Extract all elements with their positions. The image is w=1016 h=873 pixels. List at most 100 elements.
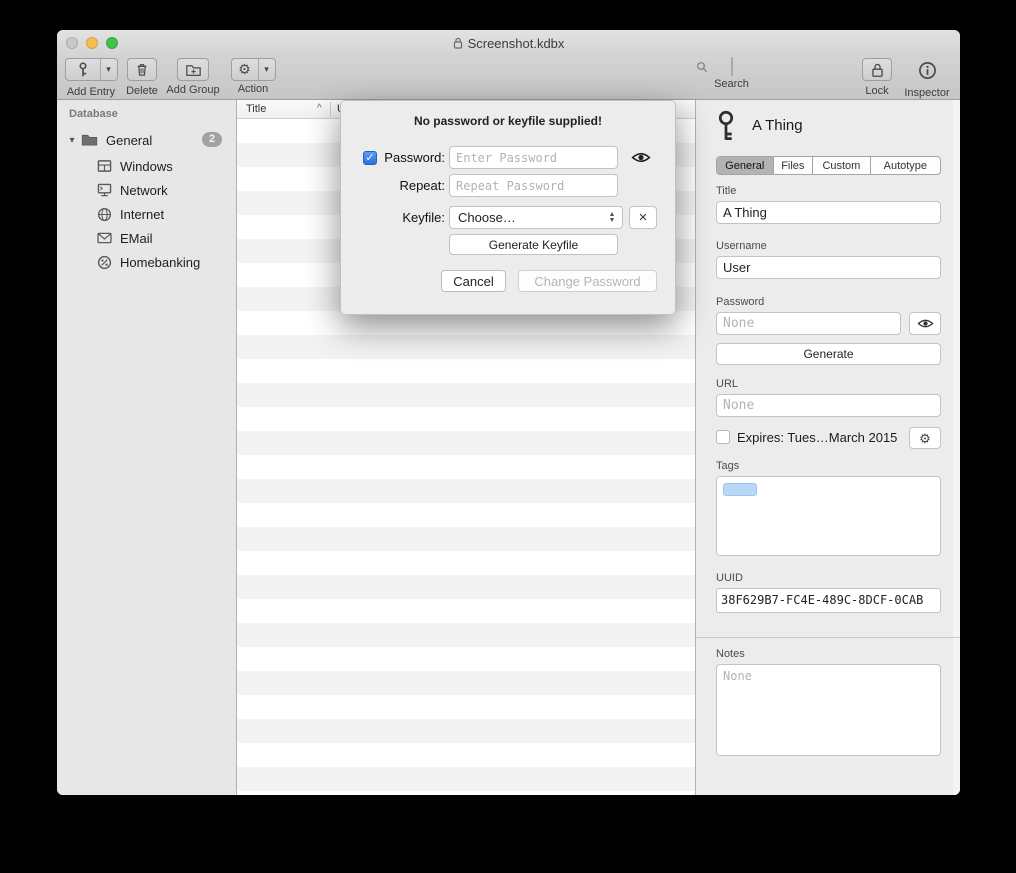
sidebar-item-label: Windows: [120, 159, 173, 174]
network-icon: [97, 183, 112, 197]
lock-toolbar-item: Lock: [859, 58, 895, 98]
sort-ascending-icon: ^: [317, 103, 322, 114]
tab-custom[interactable]: Custom: [813, 157, 870, 174]
password-field[interactable]: [716, 312, 901, 335]
padlock-icon: [870, 62, 885, 78]
tab-autotype[interactable]: Autotype: [871, 157, 940, 174]
notes-label: Notes: [716, 648, 745, 660]
inspector-button[interactable]: [918, 61, 937, 85]
add-entry-toolbar-item: ▾ Add Entry: [62, 58, 120, 98]
action-toolbar-item: ⚙ ▾ Action: [229, 58, 277, 98]
inspector-panel: A Thing General Files Custom Autotype Ti…: [695, 100, 960, 795]
homebanking-icon: [97, 255, 112, 270]
password-label: Password:: [341, 146, 445, 169]
folder-plus-icon: [185, 62, 202, 77]
eye-icon: [631, 151, 651, 164]
add-entry-dropdown-arrow-icon[interactable]: ▾: [100, 59, 117, 80]
repeat-label: Repeat:: [341, 174, 445, 197]
clear-keyfile-button[interactable]: ×: [629, 206, 657, 229]
magnifier-icon: [696, 61, 708, 73]
inspector-tabs: General Files Custom Autotype: [716, 156, 941, 175]
toolbar: ▾ Add Entry Delete: [57, 56, 960, 100]
action-label: Action: [229, 83, 277, 95]
gear-icon: ⚙: [232, 59, 258, 80]
sidebar-item-label: EMail: [120, 231, 153, 246]
uuid-label: UUID: [716, 572, 743, 584]
eye-icon: [917, 318, 934, 329]
delete-button[interactable]: [127, 58, 157, 81]
search-field[interactable]: [731, 57, 733, 76]
folder-icon: [81, 133, 98, 147]
keyfile-popup-value: Choose…: [458, 210, 605, 225]
inspector-scrollbar[interactable]: [953, 100, 960, 795]
sidebar-item-internet[interactable]: Internet: [57, 202, 236, 226]
column-divider[interactable]: [330, 102, 331, 117]
sidebar-item-network[interactable]: Network: [57, 178, 236, 202]
entry-key-icon: [712, 110, 740, 142]
url-field-label: URL: [716, 378, 738, 390]
keyfile-popup[interactable]: Choose… ▲ ▼: [449, 206, 623, 229]
trash-icon: [134, 61, 150, 78]
search-label: Search: [615, 78, 848, 90]
cancel-button[interactable]: Cancel: [441, 270, 506, 292]
username-field-label: Username: [716, 240, 767, 252]
sidebar-item-label: Internet: [120, 207, 164, 222]
expires-settings-button[interactable]: ⚙: [909, 427, 941, 449]
tags-label: Tags: [716, 460, 739, 472]
show-password-button[interactable]: [626, 146, 656, 169]
add-group-label: Add Group: [163, 84, 223, 96]
sidebar-item-label: Network: [120, 183, 168, 198]
tags-box[interactable]: [716, 476, 941, 556]
generate-password-button[interactable]: Generate: [716, 343, 941, 365]
sidebar-item-homebanking[interactable]: Homebanking: [57, 250, 236, 274]
desktop-background: Screenshot.kdbx ▾ Add Entry: [0, 0, 1016, 873]
expires-label: Expires: Tues…March 2015: [737, 430, 897, 445]
action-button[interactable]: ⚙ ▾: [231, 58, 276, 81]
repeat-password-input[interactable]: [449, 174, 618, 197]
info-icon: [918, 61, 937, 80]
action-dropdown-arrow-icon[interactable]: ▾: [258, 59, 275, 80]
password-input[interactable]: [449, 146, 618, 169]
show-password-button[interactable]: [909, 312, 941, 335]
lock-label: Lock: [859, 85, 895, 97]
delete-label: Delete: [125, 85, 159, 97]
password-field-label: Password: [716, 296, 764, 308]
sidebar: Database ▾ General 2 Windows: [57, 100, 237, 795]
tag-pill[interactable]: [723, 483, 757, 496]
tab-general[interactable]: General: [717, 157, 774, 174]
change-password-button[interactable]: Change Password: [518, 270, 657, 292]
entry-title: A Thing: [752, 117, 803, 134]
key-icon: [66, 59, 100, 80]
uuid-field[interactable]: 38F629B7-FC4E-489C-8DCF-0CAB: [716, 588, 941, 613]
column-header-title[interactable]: Title: [246, 103, 266, 115]
change-password-dialog: No password or keyfile supplied! ✓ Passw…: [340, 100, 676, 315]
popup-stepper-icon: ▲ ▼: [605, 212, 619, 224]
sidebar-item-email[interactable]: EMail: [57, 226, 236, 250]
close-x-icon: ×: [639, 209, 648, 226]
document-lock-icon: [453, 37, 463, 49]
entry-count-badge: 2: [202, 132, 222, 147]
internet-globe-icon: [97, 207, 112, 222]
notes-field[interactable]: [716, 664, 941, 756]
gear-icon: ⚙: [919, 431, 931, 446]
inspector-label: Inspector: [897, 87, 957, 99]
dialog-message: No password or keyfile supplied!: [341, 114, 675, 128]
app-window: Screenshot.kdbx ▾ Add Entry: [57, 30, 960, 795]
title-field-label: Title: [716, 185, 736, 197]
sidebar-item-windows[interactable]: Windows: [57, 154, 236, 178]
tab-files[interactable]: Files: [774, 157, 814, 174]
expires-checkbox[interactable]: [716, 430, 730, 444]
lock-button[interactable]: [862, 58, 892, 81]
window-title-area: Screenshot.kdbx: [57, 30, 960, 56]
add-entry-button[interactable]: ▾: [65, 58, 118, 81]
url-field[interactable]: [716, 394, 941, 417]
titlebar[interactable]: Screenshot.kdbx: [57, 30, 960, 56]
title-field[interactable]: [716, 201, 941, 224]
sidebar-item-label: Homebanking: [120, 255, 200, 270]
sidebar-item-general[interactable]: ▾ General 2: [57, 128, 236, 152]
disclosure-triangle-icon[interactable]: ▾: [65, 135, 79, 146]
generate-keyfile-button[interactable]: Generate Keyfile: [449, 234, 618, 255]
add-group-button[interactable]: [177, 58, 209, 81]
add-entry-label: Add Entry: [62, 86, 120, 98]
username-field[interactable]: [716, 256, 941, 279]
